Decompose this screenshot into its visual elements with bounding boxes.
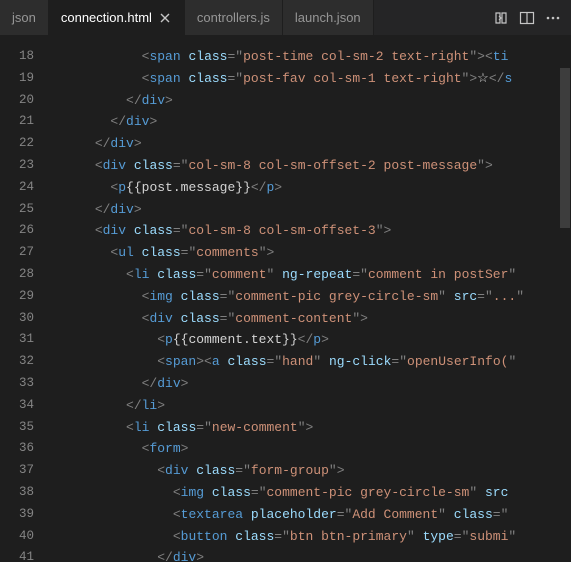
code-line: <textarea placeholder="Add Comment" clas…: [48, 504, 571, 526]
tab-label: json: [12, 10, 36, 25]
line-number: 27: [0, 242, 48, 264]
line-number: 28: [0, 264, 48, 286]
vertical-scrollbar[interactable]: [559, 36, 571, 562]
line-number-gutter: 18 19 20 21 22 23 24 25 26 27 28 29 30 3…: [0, 36, 48, 562]
line-number: 34: [0, 395, 48, 417]
tab-actions: [483, 0, 571, 35]
code-line: <span class="post-time col-sm-2 text-rig…: [48, 46, 571, 68]
code-line: </div>: [48, 547, 571, 562]
line-number: 26: [0, 220, 48, 242]
code-line: </li>: [48, 395, 571, 417]
tab-bar: json connection.html controllers.js laun…: [0, 0, 571, 36]
code-line: <li class="comment" ng-repeat="comment i…: [48, 264, 571, 286]
code-line: <div class="form-group">: [48, 460, 571, 482]
line-number: 30: [0, 308, 48, 330]
line-number: 19: [0, 68, 48, 90]
line-number: 32: [0, 351, 48, 373]
code-line: <li class="new-comment">: [48, 417, 571, 439]
editor-area[interactable]: 18 19 20 21 22 23 24 25 26 27 28 29 30 3…: [0, 36, 571, 562]
line-number: 41: [0, 547, 48, 562]
line-number: 21: [0, 111, 48, 133]
code-line: <span><a class="hand" ng-click="openUser…: [48, 351, 571, 373]
code-line: <p{{post.message}}</p>: [48, 177, 571, 199]
line-number: 20: [0, 90, 48, 112]
compare-changes-icon[interactable]: [493, 10, 509, 26]
tab-launch-json[interactable]: launch.json: [283, 0, 374, 35]
code-content[interactable]: <span class="post-time col-sm-2 text-rig…: [48, 36, 571, 562]
code-line: <button class="btn btn-primary" type="su…: [48, 526, 571, 548]
code-line: </div>: [48, 90, 571, 112]
code-line: <ul class="comments">: [48, 242, 571, 264]
more-actions-icon[interactable]: [545, 10, 561, 26]
line-number: 38: [0, 482, 48, 504]
tab-connection-html[interactable]: connection.html: [49, 0, 185, 35]
line-number: 36: [0, 438, 48, 460]
code-line: <span class="post-fav col-sm-1 text-righ…: [48, 68, 571, 90]
tab-label: launch.json: [295, 10, 361, 25]
line-number: 29: [0, 286, 48, 308]
line-number: 24: [0, 177, 48, 199]
code-line: </div>: [48, 111, 571, 133]
code-line: <form>: [48, 438, 571, 460]
line-number: 22: [0, 133, 48, 155]
code-line: <img class="comment-pic grey-circle-sm" …: [48, 286, 571, 308]
line-number: 39: [0, 504, 48, 526]
scrollbar-thumb[interactable]: [560, 68, 570, 228]
line-number: 18: [0, 46, 48, 68]
tab-label: connection.html: [61, 10, 152, 25]
line-number: 37: [0, 460, 48, 482]
line-number: 40: [0, 526, 48, 548]
code-line: <div class="comment-content">: [48, 308, 571, 330]
code-line: </div>: [48, 373, 571, 395]
line-number: 23: [0, 155, 48, 177]
code-line: <div class="col-sm-8 col-sm-offset-2 pos…: [48, 155, 571, 177]
code-line: </div>: [48, 199, 571, 221]
split-editor-icon[interactable]: [519, 10, 535, 26]
line-number: 31: [0, 329, 48, 351]
code-line: <div class="col-sm-8 col-sm-offset-3">: [48, 220, 571, 242]
tab-label: controllers.js: [197, 10, 270, 25]
code-line: </div>: [48, 133, 571, 155]
close-icon[interactable]: [158, 11, 172, 25]
line-number: 35: [0, 417, 48, 439]
code-line: <img class="comment-pic grey-circle-sm" …: [48, 482, 571, 504]
line-number: 33: [0, 373, 48, 395]
line-number: 25: [0, 199, 48, 221]
tab-controllers-js[interactable]: controllers.js: [185, 0, 283, 35]
code-line: <p{{comment.text}}</p>: [48, 329, 571, 351]
tab-json[interactable]: json: [0, 0, 49, 35]
